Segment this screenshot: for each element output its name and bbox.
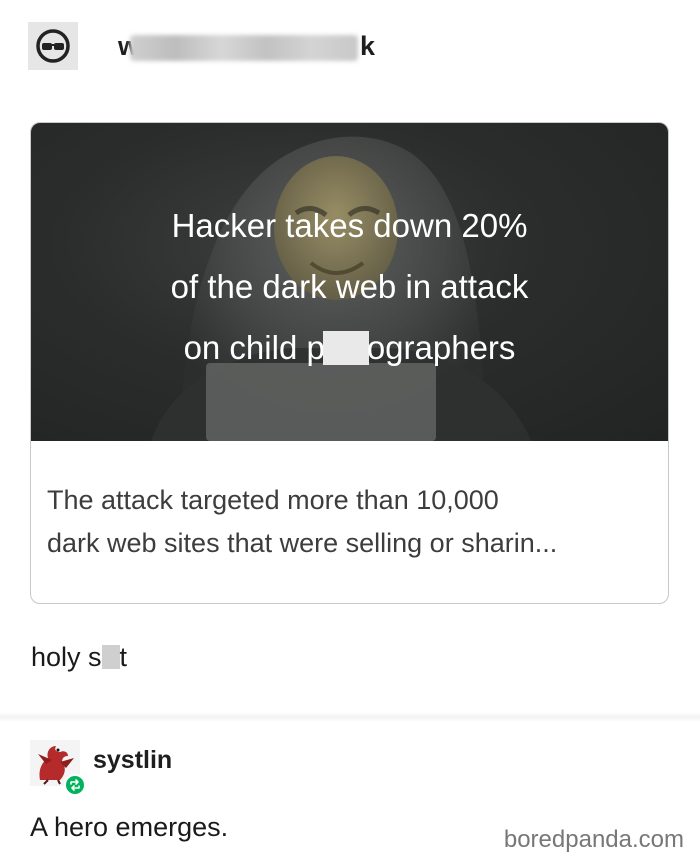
excerpt-line-2: dark web sites that were selling or shar… [47, 528, 558, 558]
headline-line-3-start: on child p [183, 329, 325, 366]
headline-line-2: of the dark web in attack [170, 268, 529, 305]
poster-avatar[interactable] [28, 22, 78, 70]
reblogger-username[interactable]: systlin [93, 746, 172, 775]
link-card[interactable]: Hacker takes down 20% of the dark web in… [30, 122, 669, 604]
reblogger-avatar[interactable] [30, 740, 86, 796]
reblog-header: systlin [30, 740, 172, 796]
card-headline: Hacker takes down 20% of the dark web in… [31, 195, 668, 378]
comment-start: holy s [31, 642, 102, 672]
username-visible-end: k [360, 31, 376, 61]
comment-end: t [119, 642, 128, 672]
poster-username[interactable]: w k [118, 29, 378, 63]
card-image: Hacker takes down 20% of the dark web in… [31, 123, 668, 441]
reblog-text: A hero emerges. [30, 812, 229, 842]
excerpt-line-1: The attack targeted more than 10,000 [47, 485, 499, 515]
post-comment: holy s t [31, 642, 127, 673]
headline-censor-box [322, 331, 369, 365]
sunglasses-avatar-icon [36, 29, 70, 63]
headline-line-3: on child p ographers [31, 317, 668, 378]
reblog-badge [64, 774, 86, 796]
reblog-icon [70, 779, 80, 791]
username-censor [130, 35, 358, 61]
headline-line-3-end: ographers [366, 329, 516, 366]
post-header: w k [28, 22, 378, 70]
headline-line-1: Hacker takes down 20% [171, 207, 528, 244]
post-divider [0, 712, 700, 722]
comment-censor [101, 645, 120, 669]
watermark: boredpanda.com [503, 826, 684, 853]
card-excerpt: The attack targeted more than 10,000 dar… [31, 441, 668, 565]
